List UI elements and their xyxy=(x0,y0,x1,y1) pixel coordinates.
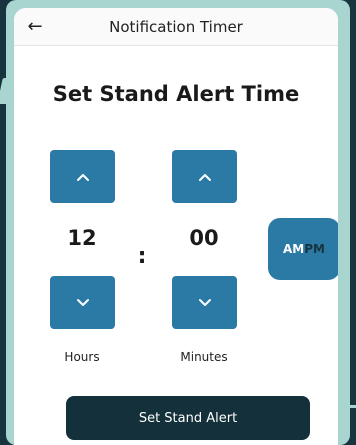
am-pm-toggle[interactable]: AM PM xyxy=(268,218,338,280)
chevron-down-icon xyxy=(76,298,89,306)
minutes-increment-button[interactable] xyxy=(172,150,237,203)
chevron-down-icon xyxy=(198,298,211,306)
pm-option[interactable]: PM xyxy=(304,242,325,256)
hours-label: Hours xyxy=(64,350,100,364)
chevron-up-icon xyxy=(76,173,89,181)
screen: ← Notification Timer Set Stand Alert Tim… xyxy=(14,8,338,445)
chevron-up-icon xyxy=(198,173,211,181)
page-title: Set Stand Alert Time xyxy=(52,82,300,106)
minutes-value: 00 xyxy=(189,226,219,250)
hours-decrement-button[interactable] xyxy=(50,276,115,329)
app-bar: ← Notification Timer xyxy=(14,8,338,46)
set-stand-alert-button[interactable]: Set Stand Alert xyxy=(66,396,310,440)
minutes-label: Minutes xyxy=(180,350,228,364)
time-separator: : xyxy=(137,244,147,269)
app-bar-title: Notification Timer xyxy=(109,18,243,36)
minutes-decrement-button[interactable] xyxy=(172,276,237,329)
hours-increment-button[interactable] xyxy=(50,150,115,203)
am-option[interactable]: AM xyxy=(283,242,304,256)
hours-value: 12 xyxy=(67,226,97,250)
